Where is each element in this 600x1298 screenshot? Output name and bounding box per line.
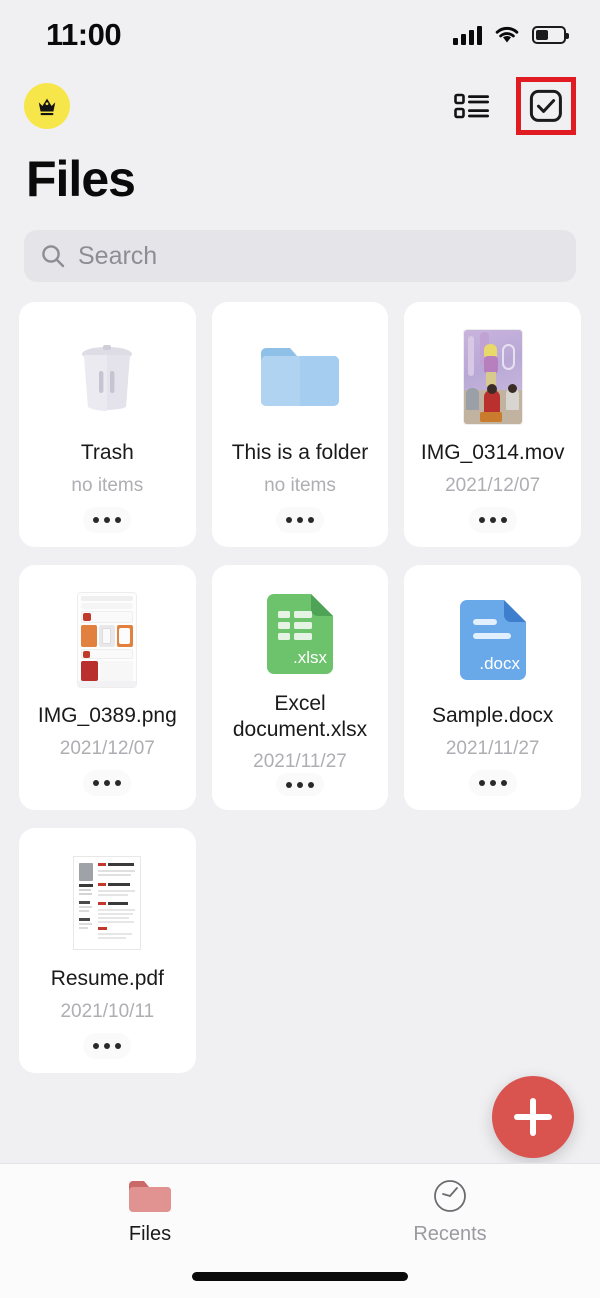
nav-header (0, 70, 600, 142)
docx-file-icon: .docx (459, 600, 526, 680)
status-time: 11:00 (46, 17, 122, 52)
video-thumbnail (463, 330, 522, 424)
folder-icon (129, 1181, 171, 1212)
file-more-button[interactable] (468, 507, 517, 533)
crown-icon (38, 98, 56, 116)
trash-can-icon (82, 345, 133, 411)
select-mode-button[interactable] (529, 89, 563, 123)
battery-icon (532, 26, 569, 44)
file-card-video[interactable]: IMG_0314.mov 2021/12/07 (404, 302, 581, 547)
file-more-button[interactable] (468, 770, 517, 796)
wifi-icon (495, 26, 519, 43)
home-indicator (192, 1272, 408, 1281)
xlsx-file-icon: .xlsx (266, 594, 333, 674)
file-subtitle: no items (264, 474, 336, 496)
file-name: This is a folder (231, 441, 369, 464)
select-mode-highlight-box (516, 77, 576, 135)
file-subtitle: 2021/11/27 (445, 737, 540, 759)
file-subtitle: no items (71, 474, 144, 496)
card-thumbnail: .docx (456, 591, 530, 689)
file-more-button[interactable] (83, 770, 132, 796)
pdf-thumbnail (74, 857, 141, 949)
image-thumbnail (78, 593, 137, 687)
card-thumbnail (74, 854, 141, 952)
search-section: Search (0, 208, 600, 282)
tab-recents[interactable]: Recents (300, 1164, 600, 1260)
file-card-trash[interactable]: Trash no items (19, 302, 196, 547)
file-subtitle: 2021/12/07 (59, 737, 155, 759)
checkbox-select-icon (529, 89, 562, 122)
file-extension-label: .xlsx (293, 648, 328, 667)
list-view-toggle-button[interactable] (450, 86, 494, 126)
file-name: Sample.docx (431, 704, 554, 727)
file-name: Excel document.xlsx (232, 692, 368, 741)
tab-files[interactable]: Files (0, 1164, 300, 1260)
search-input[interactable]: Search (78, 242, 157, 271)
file-card-pdf[interactable]: Resume.pdf 2021/10/11 (19, 828, 196, 1073)
file-more-button[interactable] (275, 773, 324, 796)
file-extension-label: .docx (479, 654, 520, 673)
premium-badge-button[interactable] (24, 83, 70, 129)
page-title: Files (26, 151, 136, 207)
file-more-button[interactable] (83, 507, 132, 533)
search-icon (42, 245, 65, 268)
cellular-signal-icon (453, 25, 482, 45)
file-card-xlsx[interactable]: .xlsx Excel document.xlsx 2021/11/27 (211, 565, 389, 810)
card-thumbnail (257, 328, 343, 426)
list-view-icon (454, 93, 489, 119)
tab-label: Files (128, 1223, 172, 1245)
file-more-button[interactable] (83, 1033, 132, 1059)
file-more-button[interactable] (275, 507, 324, 533)
card-thumbnail: .xlsx (263, 591, 337, 677)
file-name: IMG_0314.mov (420, 441, 565, 464)
bottom-tab-bar: Files Recents (0, 1163, 600, 1298)
status-bar: 11:00 (0, 0, 600, 70)
status-icons (453, 25, 569, 45)
app-screen: 11:00 Files Search Trash no items This i… (0, 0, 600, 1298)
file-subtitle: 2021/11/27 (253, 751, 347, 773)
search-bar[interactable]: Search (24, 230, 576, 282)
file-name: Resume.pdf (50, 967, 164, 990)
card-thumbnail (78, 591, 137, 689)
folder-icon (260, 348, 339, 406)
file-grid: Trash no items This is a folder no items (0, 282, 600, 1073)
file-card-image[interactable]: IMG_0389.png 2021/12/07 (19, 565, 196, 810)
clock-icon (434, 1180, 466, 1212)
file-name: Trash (80, 441, 134, 464)
file-subtitle: 2021/10/11 (60, 1000, 155, 1022)
card-thumbnail (463, 328, 522, 426)
file-name: IMG_0389.png (37, 704, 177, 727)
nav-actions (450, 77, 576, 135)
card-thumbnail (74, 328, 140, 426)
tab-label: Recents (413, 1223, 487, 1245)
file-card-folder[interactable]: This is a folder no items (211, 302, 389, 547)
file-card-docx[interactable]: .docx Sample.docx 2021/11/27 (404, 565, 581, 810)
add-file-fab-button[interactable] (492, 1076, 574, 1158)
file-subtitle: 2021/12/07 (445, 474, 541, 496)
